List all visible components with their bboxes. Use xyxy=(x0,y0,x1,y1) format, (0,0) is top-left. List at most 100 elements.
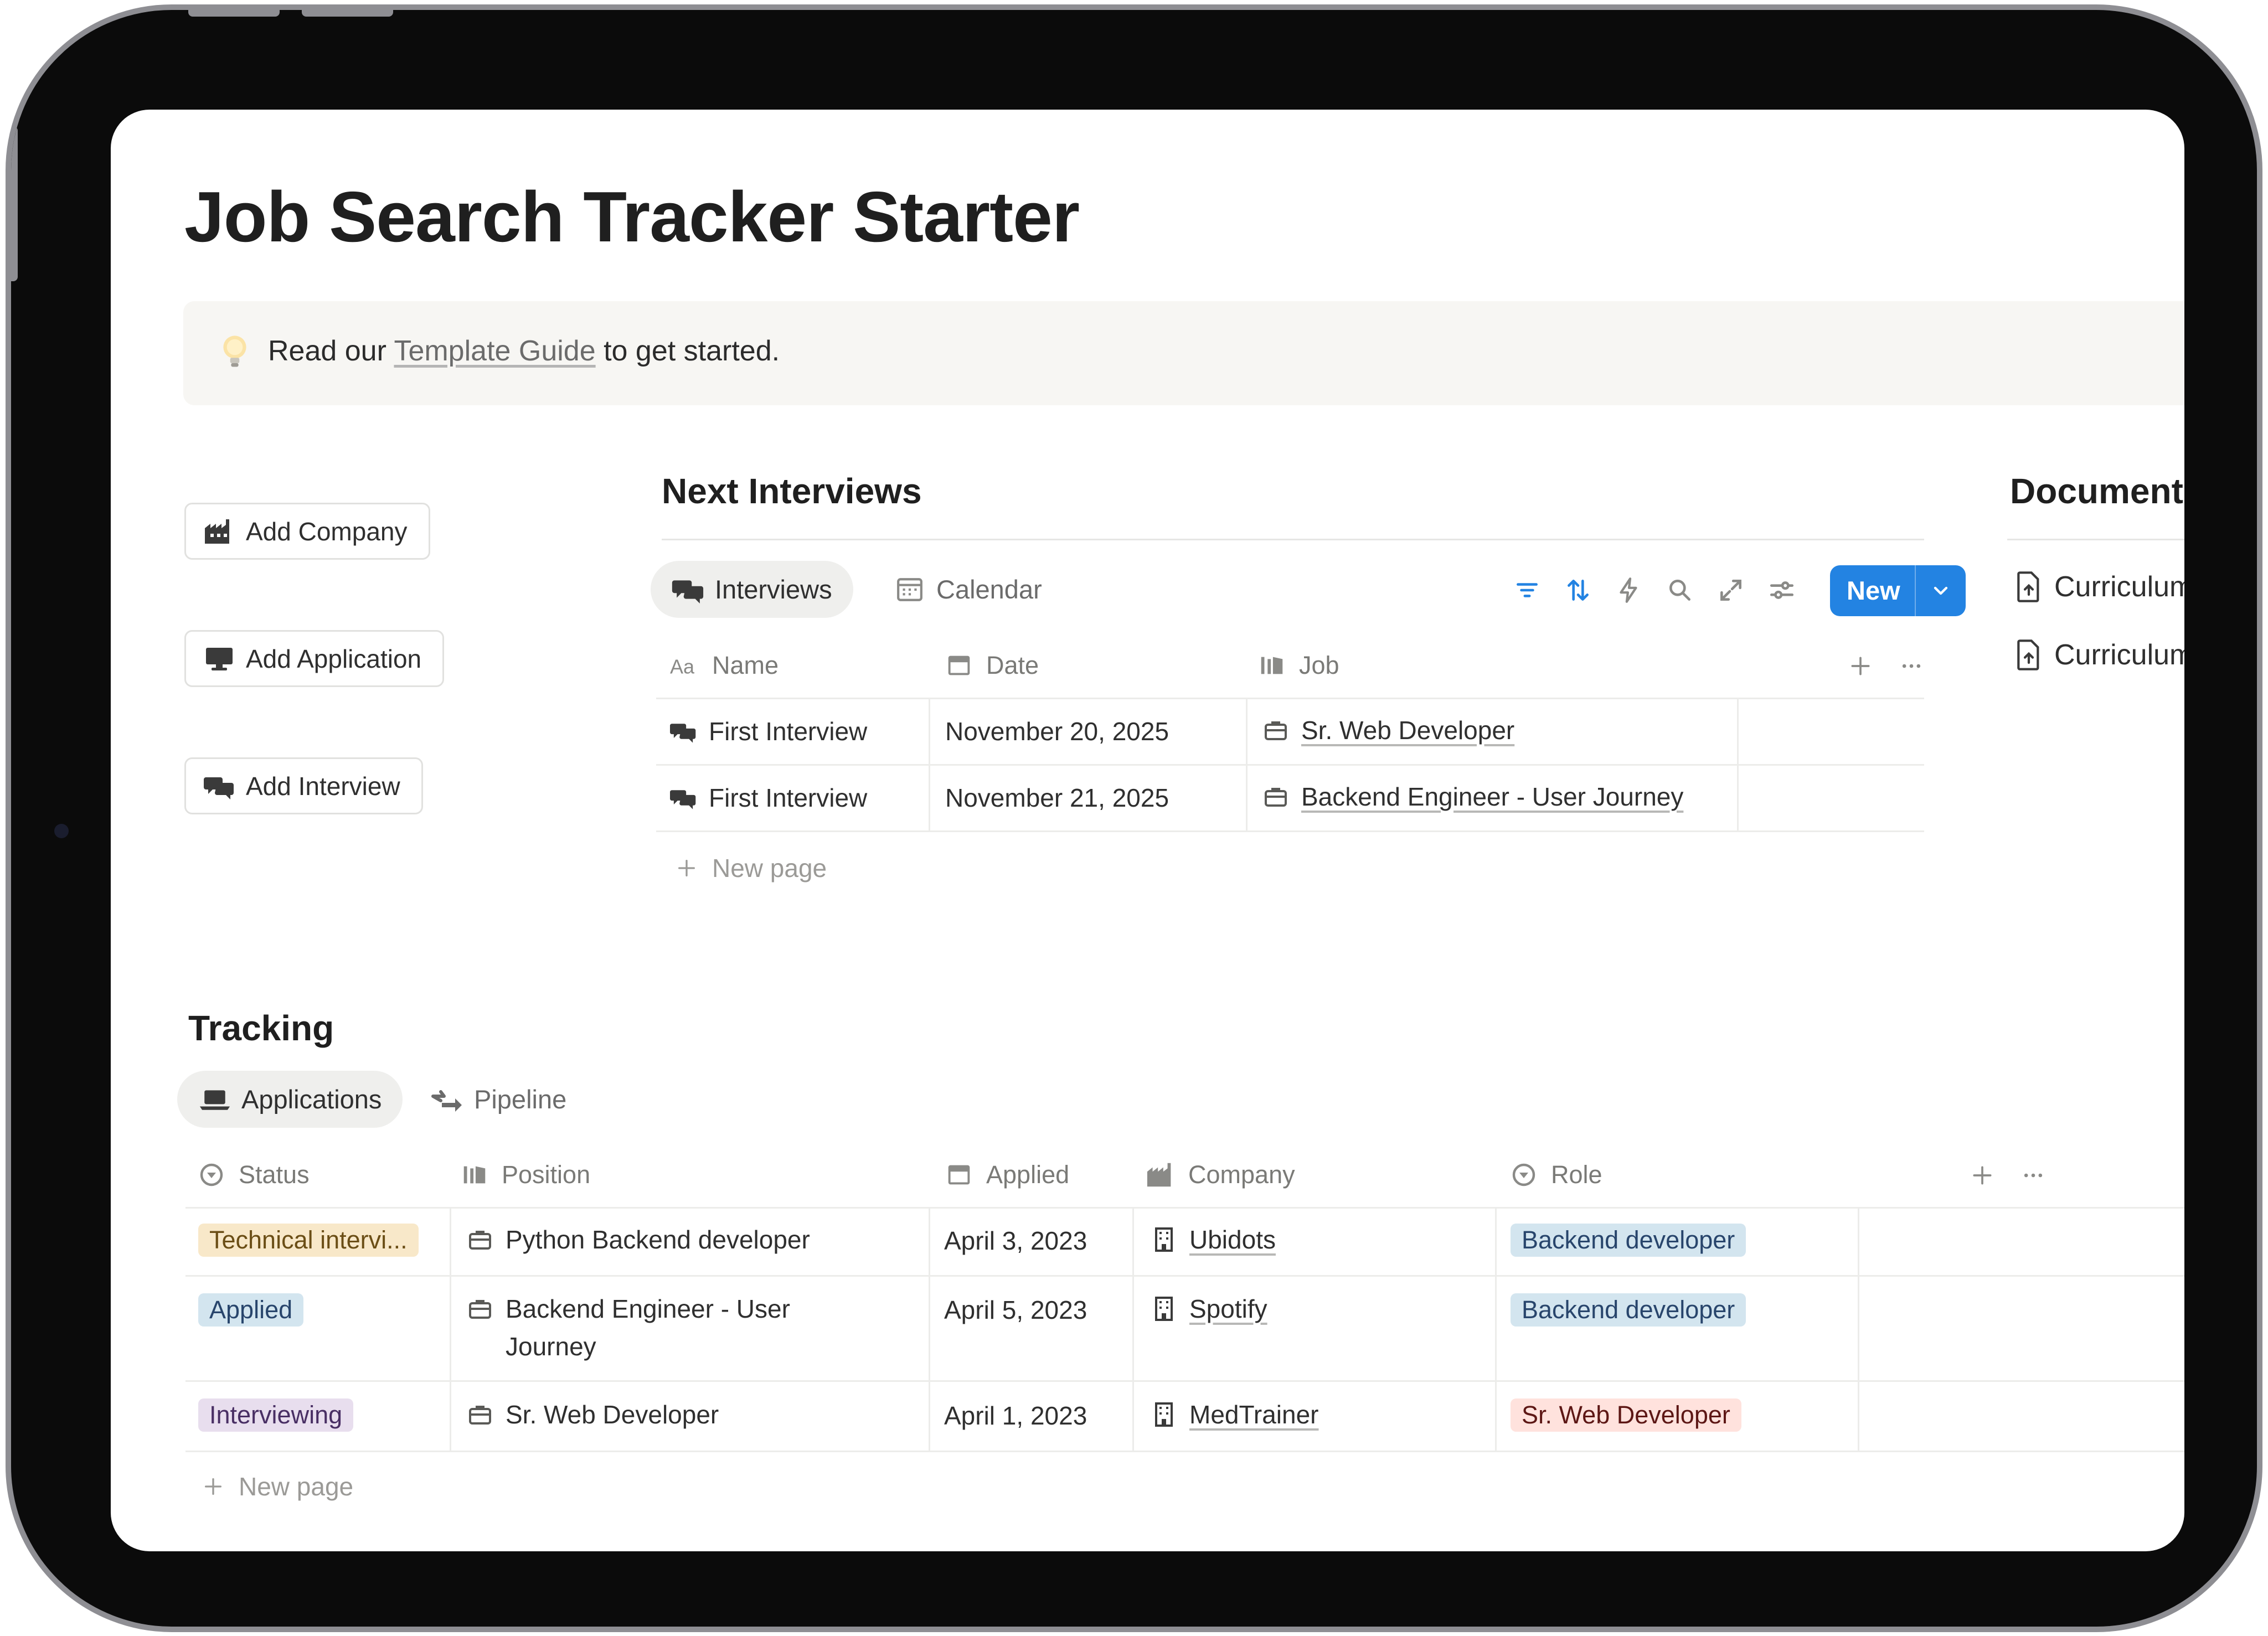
applied-date: April 3, 2023 xyxy=(944,1226,1087,1255)
new-record-button[interactable]: New xyxy=(1830,565,1966,616)
status-badge[interactable]: Applied xyxy=(198,1293,304,1327)
add-interview-label: Add Interview xyxy=(246,771,400,801)
briefcase-icon xyxy=(1265,788,1287,807)
status-badge[interactable]: Technical intervi... xyxy=(198,1224,419,1257)
chevron-down-icon xyxy=(1934,586,1947,595)
table-divider xyxy=(656,698,1924,699)
column-divider xyxy=(1858,1207,1859,1451)
hardware-button xyxy=(188,10,280,17)
interview-job-link[interactable]: Sr. Web Developer xyxy=(1301,715,1514,745)
new-interview-page-button[interactable]: New page xyxy=(676,853,827,883)
chat-bubbles-icon xyxy=(670,790,696,809)
column-header-date[interactable]: Date xyxy=(944,651,1039,680)
tab-interviews[interactable]: Interviews xyxy=(651,561,853,618)
tablet-frame: Job Search Tracker Starter Read our Temp… xyxy=(6,4,2262,1632)
table-divider xyxy=(185,1207,2184,1209)
expand-icon[interactable] xyxy=(1717,576,1745,604)
heading-divider xyxy=(662,539,1924,540)
heading-divider xyxy=(2007,539,2184,540)
add-application-button[interactable]: Add Application xyxy=(184,630,445,687)
interview-job-link[interactable]: Backend Engineer - User Journey xyxy=(1301,782,1683,812)
company-name: MedTrainer xyxy=(1189,1400,1319,1429)
column-header-role[interactable]: Role xyxy=(1509,1160,1602,1189)
plus-icon xyxy=(205,1478,221,1495)
position-text: Backend Engineer - User xyxy=(506,1294,790,1323)
tab-pipeline[interactable]: Pipeline xyxy=(410,1071,587,1128)
interview-row-date: November 20, 2025 xyxy=(945,717,1169,746)
interview-row-job[interactable]: Backend Engineer - User Journey xyxy=(1262,782,1683,812)
table-divider xyxy=(185,1451,2184,1452)
application-position[interactable]: Python Backend developer xyxy=(467,1225,810,1255)
briefcase-icon xyxy=(469,1406,491,1425)
new-application-page-button[interactable]: New page xyxy=(202,1472,353,1501)
role-badge[interactable]: Backend developer xyxy=(1511,1293,1746,1327)
more-options-icon[interactable] xyxy=(1898,654,1925,678)
add-property-icon[interactable] xyxy=(1970,1163,1994,1188)
column-header-applied[interactable]: Applied xyxy=(944,1160,1069,1189)
document-item[interactable]: Curriculum xyxy=(2016,570,2184,603)
briefcase-icon xyxy=(469,1231,491,1250)
column-divider xyxy=(929,1207,930,1451)
more-options-icon[interactable] xyxy=(2020,1163,2047,1188)
column-header-name[interactable]: Aa Name xyxy=(670,651,779,680)
interview-row-job[interactable]: Sr. Web Developer xyxy=(1262,715,1514,745)
plus-icon xyxy=(678,860,695,876)
factory-icon xyxy=(1147,1163,1171,1187)
company-link[interactable]: Spotify xyxy=(1151,1294,1267,1324)
app-screen: Job Search Tracker Starter Read our Temp… xyxy=(111,110,2184,1551)
table-divider xyxy=(656,764,1924,766)
add-interview-button[interactable]: Add Interview xyxy=(184,757,423,814)
tab-calendar[interactable]: Calendar xyxy=(872,561,1063,618)
add-application-label: Add Application xyxy=(246,644,422,673)
filter-icon[interactable] xyxy=(1513,576,1541,604)
company-link[interactable]: MedTrainer xyxy=(1151,1400,1318,1429)
column-divider xyxy=(1495,1207,1497,1451)
document-title: Curriculum xyxy=(2054,571,2184,603)
interview-row-name[interactable]: First Interview xyxy=(670,716,867,746)
building-icon xyxy=(1155,1227,1173,1252)
settings-sliders-icon[interactable] xyxy=(1768,576,1796,604)
column-header-status[interactable]: Status xyxy=(197,1160,310,1189)
application-position[interactable]: Backend Engineer - User xyxy=(467,1294,790,1324)
hardware-button xyxy=(302,10,393,17)
building-icon xyxy=(1155,1402,1173,1427)
column-header-position[interactable]: Position xyxy=(460,1160,590,1189)
company-name: Spotify xyxy=(1189,1294,1267,1323)
role-badge[interactable]: Sr. Web Developer xyxy=(1511,1398,1741,1432)
status-badge[interactable]: Interviewing xyxy=(198,1398,354,1432)
add-company-button[interactable]: Add Company xyxy=(184,503,430,560)
lightning-icon[interactable] xyxy=(1615,576,1643,604)
calendar-icon xyxy=(948,1165,970,1185)
hardware-side-button xyxy=(11,126,18,281)
text-type-icon: Aa xyxy=(670,655,695,678)
company-link[interactable]: Ubidots xyxy=(1151,1225,1276,1255)
file-upload-icon xyxy=(2017,571,2039,602)
application-position[interactable]: Sr. Web Developer xyxy=(467,1400,719,1429)
column-header-job[interactable]: Job xyxy=(1257,651,1339,680)
position-text: Sr. Web Developer xyxy=(506,1400,719,1429)
new-dropdown-toggle[interactable] xyxy=(1916,580,1966,602)
column-job-label: Job xyxy=(1299,651,1339,679)
new-page-label: New page xyxy=(712,854,827,882)
position-text-continued: Journey xyxy=(506,1332,596,1361)
column-divider xyxy=(1737,698,1739,830)
tracking-heading: Tracking xyxy=(188,1008,334,1048)
tab-applications[interactable]: Applications xyxy=(177,1071,403,1128)
column-header-company[interactable]: Company xyxy=(1146,1160,1295,1189)
calendar-icon xyxy=(948,656,970,675)
column-position-label: Position xyxy=(502,1160,591,1189)
table-divider xyxy=(185,1380,2184,1382)
relation-icon xyxy=(1261,657,1283,674)
template-guide-link[interactable]: Template Guide xyxy=(394,335,595,367)
sort-icon[interactable] xyxy=(1564,576,1592,604)
interview-row-date: November 21, 2025 xyxy=(945,783,1169,812)
applied-date: April 1, 2023 xyxy=(944,1401,1087,1430)
tab-interviews-label: Interviews xyxy=(715,575,832,604)
role-badge[interactable]: Backend developer xyxy=(1511,1224,1746,1257)
add-property-icon[interactable] xyxy=(1848,654,1873,678)
search-icon[interactable] xyxy=(1666,576,1694,604)
chat-bubbles-icon xyxy=(204,777,234,799)
document-item[interactable]: Curriculum xyxy=(2016,638,2184,672)
position-text: Python Backend developer xyxy=(506,1225,810,1254)
interview-row-name[interactable]: First Interview xyxy=(670,783,867,813)
